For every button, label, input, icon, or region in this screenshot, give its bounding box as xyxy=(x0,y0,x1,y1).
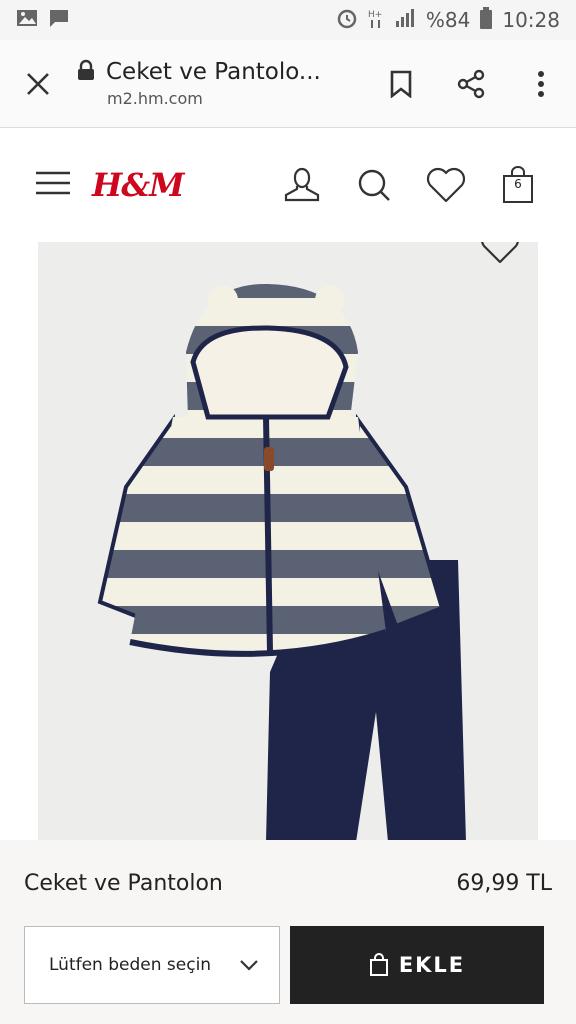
account-button[interactable] xyxy=(280,163,324,207)
lock-icon xyxy=(76,59,96,85)
bag-item-count: 6 xyxy=(514,177,522,191)
bookmark-button[interactable] xyxy=(366,40,436,128)
hamburger-menu-icon xyxy=(36,171,70,195)
search-icon xyxy=(358,169,390,201)
product-image[interactable] xyxy=(38,242,538,842)
search-button[interactable] xyxy=(352,163,396,207)
add-to-bag-label: EKLE xyxy=(398,953,466,977)
shopping-bag-button[interactable]: 6 xyxy=(496,163,540,207)
browser-toolbar: Ceket ve Pantolo... m2.hm.com xyxy=(0,40,576,128)
signal-icon xyxy=(394,8,416,33)
image-notification-icon xyxy=(16,8,38,33)
add-to-bag-button[interactable]: EKLE xyxy=(290,926,544,1004)
heart-icon xyxy=(481,242,519,264)
site-header: H&M 6 xyxy=(0,129,576,241)
page-title: Ceket ve Pantolo... xyxy=(106,59,321,85)
message-notification-icon xyxy=(48,8,70,33)
product-favorite-button[interactable] xyxy=(480,242,520,264)
mobile-data-icon: H+ xyxy=(368,7,384,34)
url-display[interactable]: Ceket ve Pantolo... m2.hm.com xyxy=(76,59,366,108)
favorites-button[interactable] xyxy=(424,163,468,207)
product-purchase-bar: Ceket ve Pantolon 69,99 TL Lütfen beden … xyxy=(0,840,576,1024)
user-icon xyxy=(284,167,320,202)
battery-icon xyxy=(480,6,493,34)
product-name: Ceket ve Pantolon xyxy=(24,870,223,896)
shopping-bag-icon xyxy=(369,953,388,976)
size-select[interactable]: Lütfen beden seçin xyxy=(24,926,280,1004)
close-icon xyxy=(27,72,49,95)
size-select-label: Lütfen beden seçin xyxy=(49,955,212,975)
svg-text:H+: H+ xyxy=(368,10,382,20)
product-illustration xyxy=(97,283,466,842)
product-price: 69,99 TL xyxy=(456,870,552,896)
bookmark-icon xyxy=(390,70,412,98)
chevron-down-icon xyxy=(240,960,258,971)
alarm-icon xyxy=(336,7,358,34)
clock: 10:28 xyxy=(502,8,560,32)
page-domain: m2.hm.com xyxy=(107,89,203,108)
share-icon xyxy=(457,69,485,98)
status-bar: H+ %84 10:28 xyxy=(0,0,576,40)
battery-percentage: %84 xyxy=(425,8,471,32)
more-options-button[interactable] xyxy=(506,40,576,128)
menu-button[interactable] xyxy=(36,171,70,199)
hm-logo[interactable]: H&M xyxy=(92,166,185,204)
heart-icon xyxy=(426,167,466,203)
more-vertical-icon xyxy=(538,70,544,97)
close-tab-button[interactable] xyxy=(0,40,76,128)
share-button[interactable] xyxy=(436,40,506,128)
